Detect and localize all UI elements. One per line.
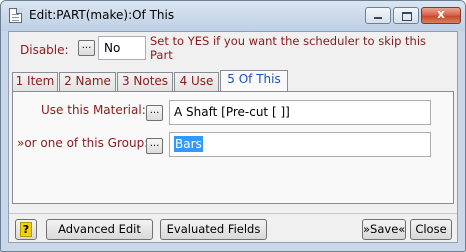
- tab-notes[interactable]: 3 Notes: [117, 72, 173, 91]
- title-bar[interactable]: Edit:PART(make):Of This x: [1, 1, 465, 31]
- close-window-button[interactable]: x: [421, 7, 461, 24]
- material-lookup-button[interactable]: ...: [146, 105, 163, 121]
- save-button[interactable]: »Save«: [362, 219, 406, 240]
- help-icon: ?: [20, 222, 32, 237]
- close-button[interactable]: Close: [410, 219, 452, 240]
- tab-panel-of-this: Use this Material: ... A Shaft [Pre-cut …: [12, 91, 454, 204]
- disable-lookup-button[interactable]: ...: [78, 40, 95, 56]
- disable-help-text: Set to YES if you want the scheduler to …: [150, 34, 427, 62]
- group-field[interactable]: Bars: [169, 132, 431, 157]
- group-lookup-button[interactable]: ...: [146, 138, 163, 154]
- help-button[interactable]: ?: [15, 219, 37, 240]
- footer-divider: [9, 213, 457, 214]
- document-icon: [9, 8, 22, 23]
- group-label: »or one of this Group:: [17, 136, 149, 150]
- dialog-window: Edit:PART(make):Of This x Disable: ... N…: [0, 0, 466, 252]
- group-field-selected-text: Bars: [174, 136, 203, 152]
- evaluated-fields-button[interactable]: Evaluated Fields: [160, 219, 267, 240]
- tab-name[interactable]: 2 Name: [59, 72, 116, 91]
- close-icon: x: [437, 7, 445, 21]
- dialog-body: Disable: ... No Set to YES if you want t…: [8, 31, 458, 243]
- material-field[interactable]: A Shaft [Pre-cut [ ]]: [169, 100, 431, 125]
- disable-field[interactable]: No: [98, 36, 146, 60]
- maximize-button[interactable]: [393, 7, 419, 24]
- window-title: Edit:PART(make):Of This: [29, 8, 175, 22]
- tab-item[interactable]: 1 Item: [12, 72, 58, 91]
- tab-use[interactable]: 4 Use: [174, 72, 219, 91]
- material-label: Use this Material:: [41, 103, 146, 117]
- disable-label: Disable:: [20, 43, 69, 57]
- tab-of-this[interactable]: 5 Of This: [220, 70, 288, 92]
- advanced-edit-button[interactable]: Advanced Edit: [46, 219, 153, 240]
- minimize-button[interactable]: [365, 7, 391, 24]
